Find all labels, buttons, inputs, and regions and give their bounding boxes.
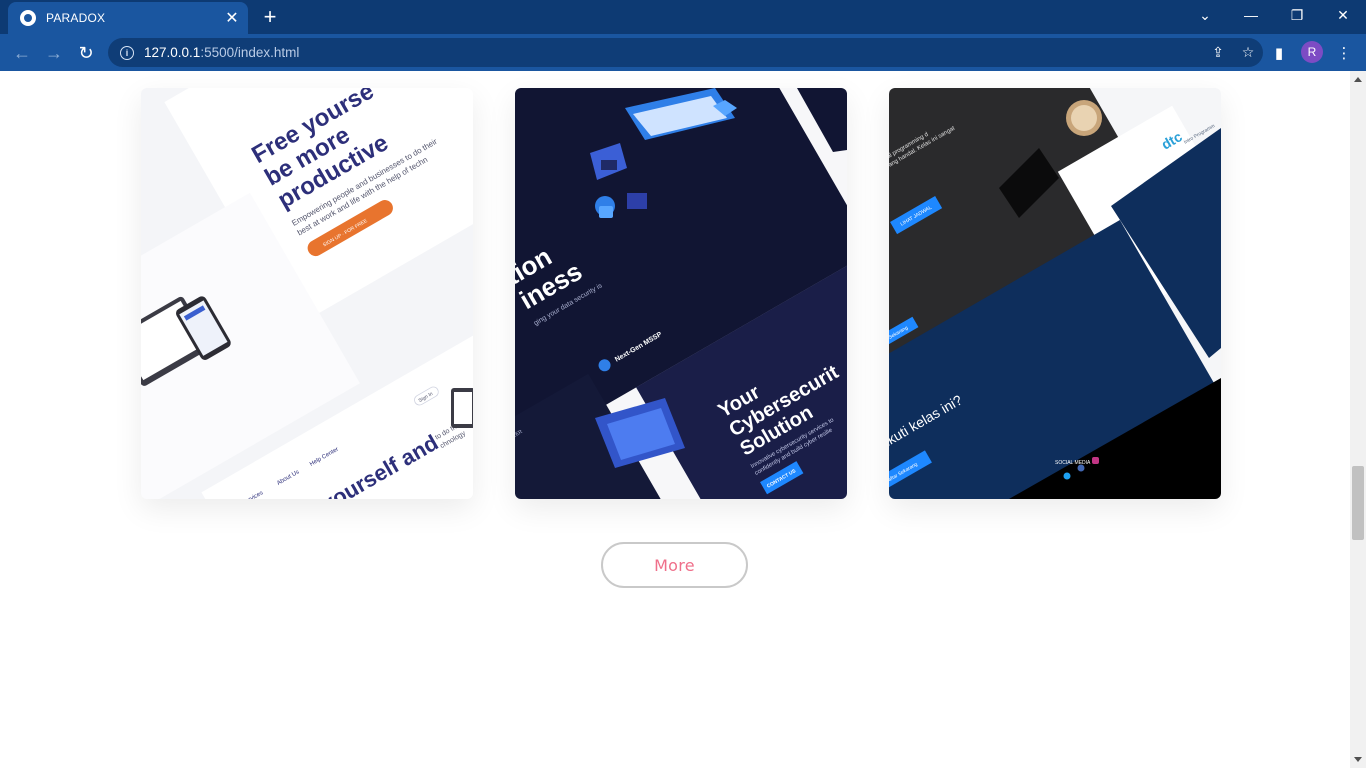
url-path: :5500/index.html (200, 45, 300, 60)
url-text[interactable]: 127.0.0.1:5500/index.html (144, 45, 1203, 60)
share-icon[interactable]: ⇪ (1203, 44, 1233, 61)
scroll-thumb[interactable] (1352, 466, 1364, 540)
portfolio-card-cybersecurity[interactable]: tion iness ging your data security is Ne… (515, 88, 847, 499)
portfolio-preview-image: ss ajar fundamental programming d progra… (889, 88, 1221, 499)
back-button[interactable]: ← (9, 40, 35, 66)
bookmark-star-icon[interactable]: ☆ (1233, 44, 1263, 61)
tab-title: PARADOX (46, 11, 106, 25)
page-viewport: Free yourse be more productive Empowerin… (0, 71, 1350, 768)
profile-avatar[interactable]: R (1301, 41, 1323, 63)
tab-search-icon[interactable]: ⌄ (1182, 0, 1228, 30)
browser-tab[interactable]: PARADOX ✕ (8, 2, 248, 34)
browser-tab-strip: PARADOX ✕ + ⌄ — ❐ ✕ (0, 0, 1366, 34)
portfolio-preview-image: Free yourse be more productive Empowerin… (141, 88, 473, 499)
menu-kebab-icon[interactable]: ⋮ (1333, 42, 1355, 64)
forward-button[interactable]: → (41, 40, 67, 66)
url-host: 127.0.0.1 (144, 45, 201, 60)
card3-social: SOCIAL MEDIA (1055, 460, 1091, 466)
new-tab-button[interactable]: + (258, 6, 282, 30)
more-button[interactable]: More (601, 542, 748, 588)
portfolio-card-productivity[interactable]: Free yourse be more productive Empowerin… (141, 88, 473, 499)
address-bar[interactable]: i 127.0.0.1:5500/index.html ⇪ ☆ (108, 38, 1263, 67)
side-panel-icon[interactable]: ▮ (1268, 42, 1290, 64)
restore-button[interactable]: ❐ (1274, 0, 1320, 30)
scroll-down-icon[interactable] (1354, 757, 1362, 762)
browser-toolbar: ← → ↻ i 127.0.0.1:5500/index.html ⇪ ☆ ▮ … (0, 34, 1366, 71)
close-window-button[interactable]: ✕ (1320, 0, 1366, 30)
reload-button[interactable]: ↻ (73, 40, 99, 66)
portfolio-card-programming-class[interactable]: ss ajar fundamental programming d progra… (889, 88, 1221, 499)
close-tab-icon[interactable]: ✕ (222, 8, 242, 28)
globe-icon (20, 10, 36, 26)
page-scrollbar[interactable] (1350, 71, 1366, 768)
scroll-up-icon[interactable] (1354, 77, 1362, 82)
portfolio-preview-image: tion iness ging your data security is Ne… (515, 88, 847, 499)
site-info-icon[interactable]: i (120, 45, 134, 60)
minimize-button[interactable]: — (1228, 0, 1274, 30)
